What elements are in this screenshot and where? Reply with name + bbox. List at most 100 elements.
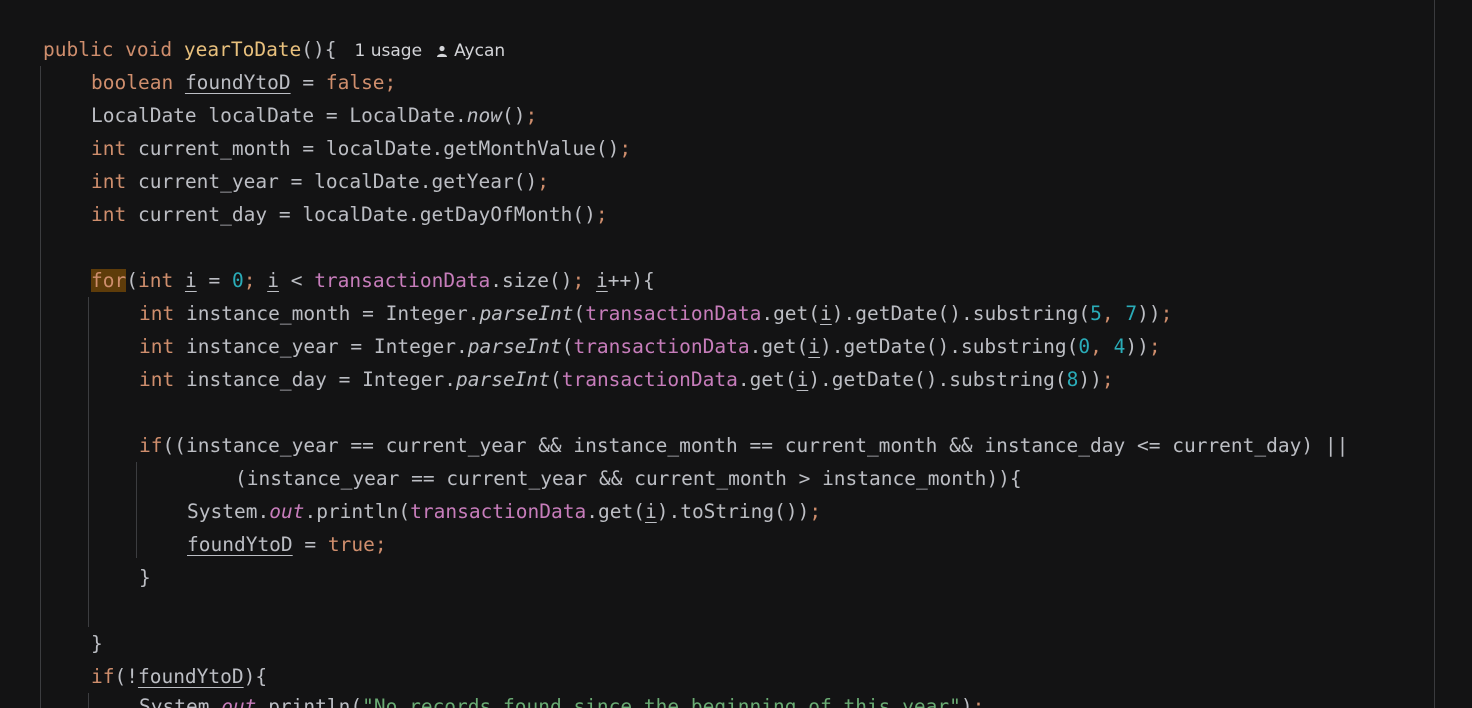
field: transactionData <box>573 335 750 358</box>
method-call: getMonthValue <box>443 137 596 160</box>
method-call: getDate <box>831 368 914 391</box>
method-call: getYear <box>431 170 514 193</box>
code-line[interactable]: } <box>91 627 103 660</box>
variable: current_month <box>784 434 938 457</box>
keyword: boolean <box>91 71 174 94</box>
variable: current_month <box>634 467 787 490</box>
method-call: substring <box>972 302 1079 325</box>
method-call: getDate <box>855 302 938 325</box>
variable: instance_month <box>822 467 987 490</box>
field: transactionData <box>585 302 762 325</box>
type-name: LocalDate <box>349 104 455 127</box>
variable: localDate <box>208 104 315 127</box>
number-literal: 8 <box>1066 368 1079 391</box>
variable: foundYtoD <box>137 665 244 688</box>
code-line[interactable]: if((instance_year == current_year && ins… <box>139 429 1348 462</box>
variable: instance_year <box>185 335 339 358</box>
code-line[interactable]: int instance_day = Integer.parseInt(tran… <box>139 363 1114 396</box>
code-line[interactable]: foundYtoD = true; <box>187 528 387 561</box>
static-method: parseInt <box>467 335 562 358</box>
variable: i <box>596 269 608 292</box>
keyword: for <box>91 269 127 292</box>
variable: instance_day <box>185 368 327 391</box>
code-line[interactable]: System.out.println(transactionData.get(i… <box>187 495 821 528</box>
code-line[interactable]: } <box>139 561 151 594</box>
variable: instance_year <box>185 434 339 457</box>
variable: instance_day <box>984 434 1126 457</box>
type-name: Integer <box>373 335 457 358</box>
code-line[interactable]: int current_day = localDate.getDayOfMont… <box>91 198 608 231</box>
code-line[interactable]: int instance_month = Integer.parseInt(tr… <box>139 297 1172 330</box>
method-call: get <box>773 302 809 325</box>
static-field: out <box>269 500 305 523</box>
number-literal: 7 <box>1125 302 1138 325</box>
keyword: int <box>91 170 127 193</box>
static-field: out <box>221 695 257 708</box>
method-call: get <box>761 335 797 358</box>
keyword: int <box>137 269 174 292</box>
code-line[interactable]: public void yearToDate(){ 1 usage Aycan <box>0 33 505 66</box>
person-icon <box>437 45 448 57</box>
type-name: LocalDate <box>91 104 197 127</box>
variable: current_year <box>446 467 588 490</box>
variable: current_day <box>137 203 268 226</box>
code-line[interactable]: for(int i = 0; i < transactionData.size(… <box>91 264 655 297</box>
method-call: println <box>316 500 399 523</box>
method-call: size <box>502 269 550 292</box>
author-hint[interactable]: Aycan <box>454 41 505 61</box>
code-line[interactable]: LocalDate localDate = LocalDate.now(); <box>91 99 537 132</box>
code-line[interactable]: int instance_year = Integer.parseInt(tra… <box>139 330 1161 363</box>
method-call: substring <box>949 368 1055 391</box>
static-method: parseInt <box>479 302 574 325</box>
keyword: int <box>139 302 175 325</box>
static-method: parseInt <box>456 368 550 391</box>
method-call: get <box>749 368 785 391</box>
code-line[interactable]: if(!foundYtoD){ <box>91 660 267 693</box>
method-params: (){ <box>301 38 337 61</box>
method-call: println <box>268 695 351 708</box>
variable: foundYtoD <box>187 533 293 556</box>
keyword: int <box>139 335 175 358</box>
keyword: int <box>91 137 127 160</box>
method-call: get <box>597 500 634 523</box>
indent-guide <box>88 297 89 627</box>
field: transactionData <box>314 269 491 292</box>
variable: instance_month <box>185 302 351 325</box>
code-line[interactable]: (instance_year == current_year && curren… <box>235 462 1022 495</box>
indent-guide <box>40 66 41 708</box>
variable: localDate <box>302 203 409 226</box>
field: transactionData <box>561 368 738 391</box>
code-line[interactable]: boolean foundYtoD = false; <box>91 66 396 99</box>
variable: localDate <box>314 170 420 193</box>
indent-guide <box>136 462 137 558</box>
string-literal: "No records found since the beginning of… <box>362 695 961 708</box>
code-line[interactable]: System.out.println("No records found sin… <box>139 690 984 708</box>
variable: i <box>267 269 279 292</box>
variable: current_day <box>1172 434 1302 457</box>
code-line[interactable]: int current_year = localDate.getYear(); <box>91 165 549 198</box>
number-literal: 0 <box>231 269 244 292</box>
code-editor[interactable]: public void yearToDate(){ 1 usage Aycan bo… <box>0 0 1472 708</box>
type-name: Integer <box>362 368 445 391</box>
static-method: now <box>466 104 502 127</box>
method-call: getDayOfMonth <box>419 203 573 226</box>
variable: instance_year <box>246 467 400 490</box>
usages-hint[interactable]: 1 usage <box>355 41 423 61</box>
number-literal: 4 <box>1113 335 1126 358</box>
variable: current_year <box>137 170 279 193</box>
method-name: yearToDate <box>183 38 302 61</box>
keyword: false <box>325 71 385 94</box>
method-modifiers: public void <box>43 38 184 61</box>
method-call: toString <box>680 500 775 523</box>
keyword: int <box>139 368 175 391</box>
field: transactionData <box>410 500 587 523</box>
variable: foundYtoD <box>184 71 291 94</box>
variable: localDate <box>325 137 432 160</box>
type-name: Integer <box>385 302 468 325</box>
variable: instance_month <box>573 434 738 457</box>
keyword: if <box>139 434 163 457</box>
method-call: substring <box>960 335 1067 358</box>
keyword: if <box>91 665 115 688</box>
variable: i <box>808 335 821 358</box>
code-line[interactable]: int current_month = localDate.getMonthVa… <box>91 132 631 165</box>
